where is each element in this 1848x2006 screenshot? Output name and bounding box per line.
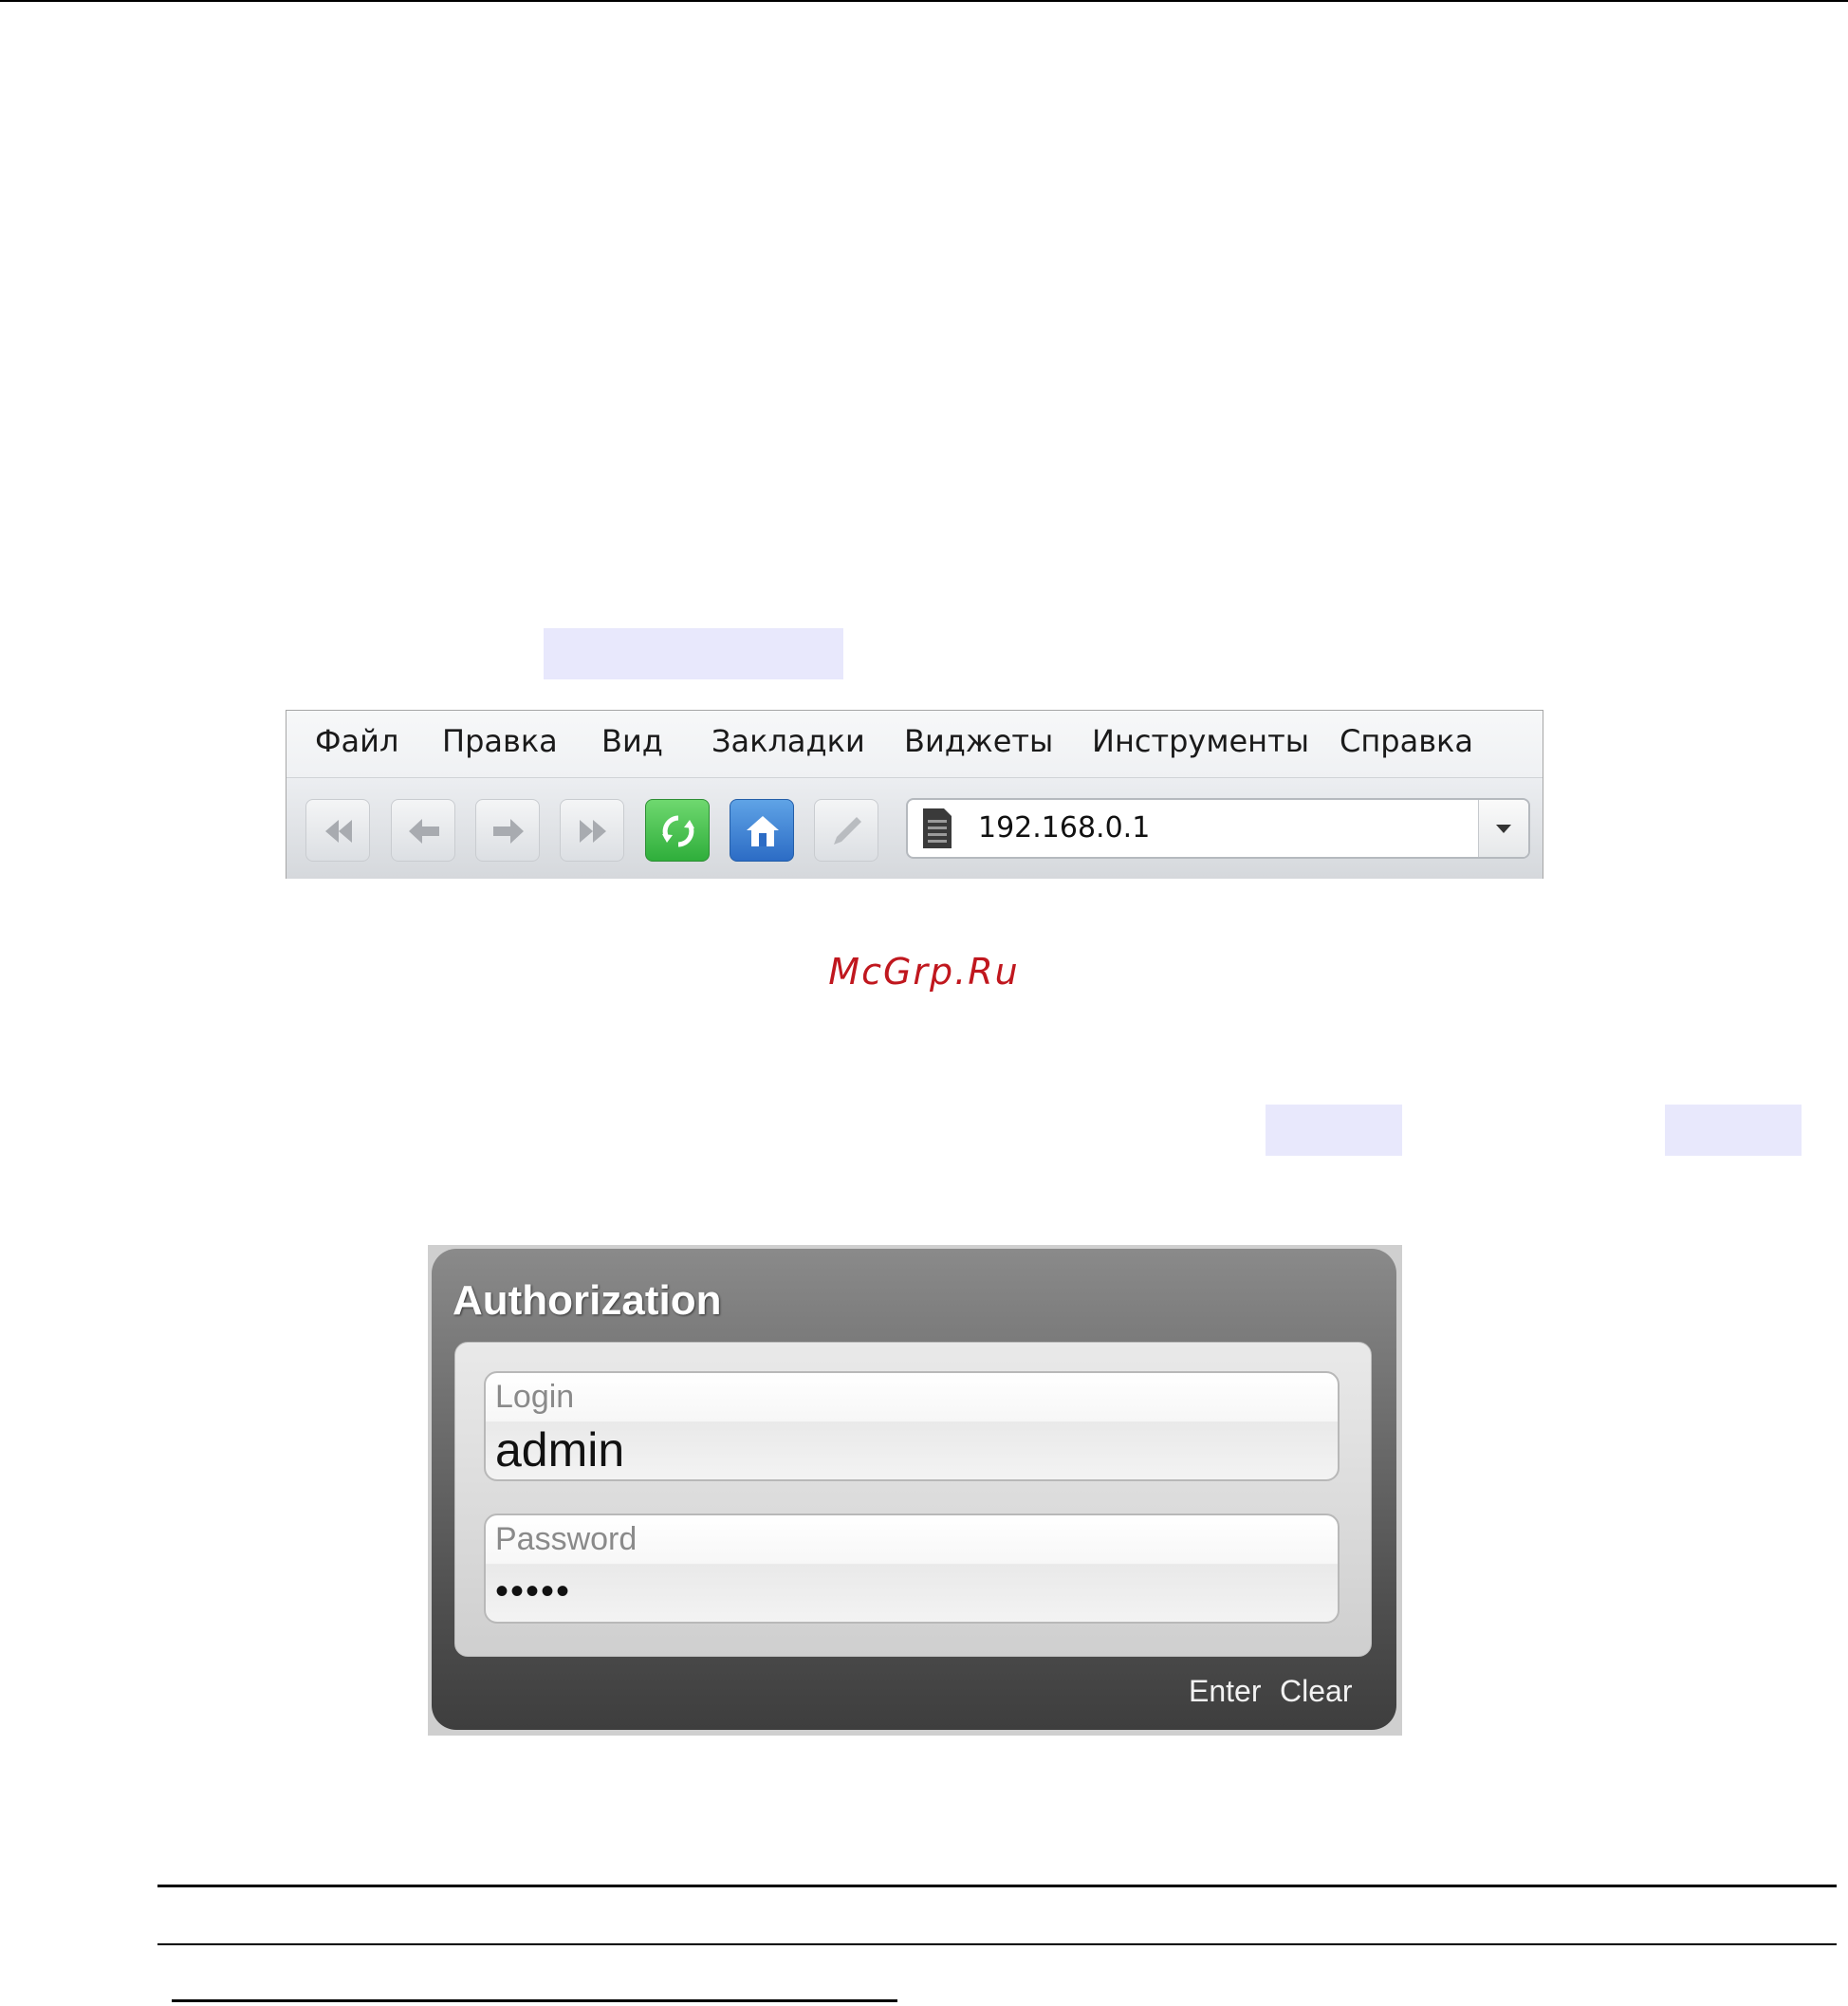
auth-fields-panel: Login admin Password ••••• bbox=[454, 1342, 1372, 1657]
auth-title: Authorization bbox=[453, 1277, 722, 1324]
address-dropdown-button[interactable] bbox=[1478, 800, 1528, 857]
dropdown-arrow-icon bbox=[1496, 825, 1511, 833]
rewind-icon bbox=[325, 820, 352, 843]
browser-toolbar: Файл Правка Вид Закладки Виджеты Инструм… bbox=[286, 710, 1543, 879]
highlight-box-3 bbox=[1665, 1105, 1802, 1156]
menu-bar: Файл Правка Вид Закладки Виджеты Инструм… bbox=[286, 711, 1543, 777]
highlight-box-2 bbox=[1266, 1105, 1402, 1156]
watermark: McGrp.Ru bbox=[828, 951, 1020, 993]
page-icon bbox=[923, 808, 952, 848]
menu-edit[interactable]: Правка bbox=[442, 723, 558, 759]
password-label: Password bbox=[495, 1521, 638, 1557]
highlight-box-1 bbox=[544, 628, 843, 679]
login-value: admin bbox=[495, 1423, 625, 1477]
home-icon bbox=[747, 816, 779, 846]
bottom-rule-3 bbox=[172, 1999, 897, 2002]
reload-icon bbox=[662, 815, 694, 847]
address-bar[interactable]: 192.168.0.1 bbox=[906, 798, 1530, 859]
menu-view[interactable]: Вид bbox=[601, 723, 663, 759]
clear-button[interactable]: Clear bbox=[1280, 1674, 1352, 1709]
menu-widgets[interactable]: Виджеты bbox=[904, 723, 1053, 759]
bottom-rule-2 bbox=[157, 1943, 1837, 1945]
address-url: 192.168.0.1 bbox=[978, 811, 1151, 845]
home-button[interactable] bbox=[730, 799, 794, 862]
back-icon bbox=[409, 819, 439, 844]
menu-bookmarks[interactable]: Закладки bbox=[711, 723, 865, 759]
back-button[interactable] bbox=[391, 799, 455, 862]
fast-forward-icon bbox=[580, 820, 606, 843]
rewind-button[interactable] bbox=[305, 799, 370, 862]
menu-file[interactable]: Файл bbox=[315, 723, 398, 759]
bottom-rule-1 bbox=[157, 1885, 1837, 1887]
password-field[interactable]: Password ••••• bbox=[484, 1514, 1340, 1624]
menu-tools[interactable]: Инструменты bbox=[1092, 723, 1309, 759]
navigation-bar: 192.168.0.1 bbox=[286, 777, 1543, 879]
login-field[interactable]: Login admin bbox=[484, 1371, 1340, 1481]
fast-forward-button[interactable] bbox=[560, 799, 624, 862]
enter-button[interactable]: Enter bbox=[1189, 1674, 1261, 1709]
password-value: ••••• bbox=[495, 1570, 572, 1612]
edit-button[interactable] bbox=[814, 799, 878, 862]
top-rule bbox=[0, 0, 1848, 2]
authorization-dialog: Authorization Login admin Password •••••… bbox=[432, 1249, 1396, 1730]
pen-icon bbox=[834, 817, 861, 845]
reload-button[interactable] bbox=[645, 799, 710, 862]
menu-help[interactable]: Справка bbox=[1340, 723, 1473, 759]
login-label: Login bbox=[495, 1379, 575, 1415]
forward-button[interactable] bbox=[475, 799, 540, 862]
authorization-frame: Authorization Login admin Password •••••… bbox=[428, 1245, 1402, 1736]
forward-icon bbox=[493, 819, 524, 844]
